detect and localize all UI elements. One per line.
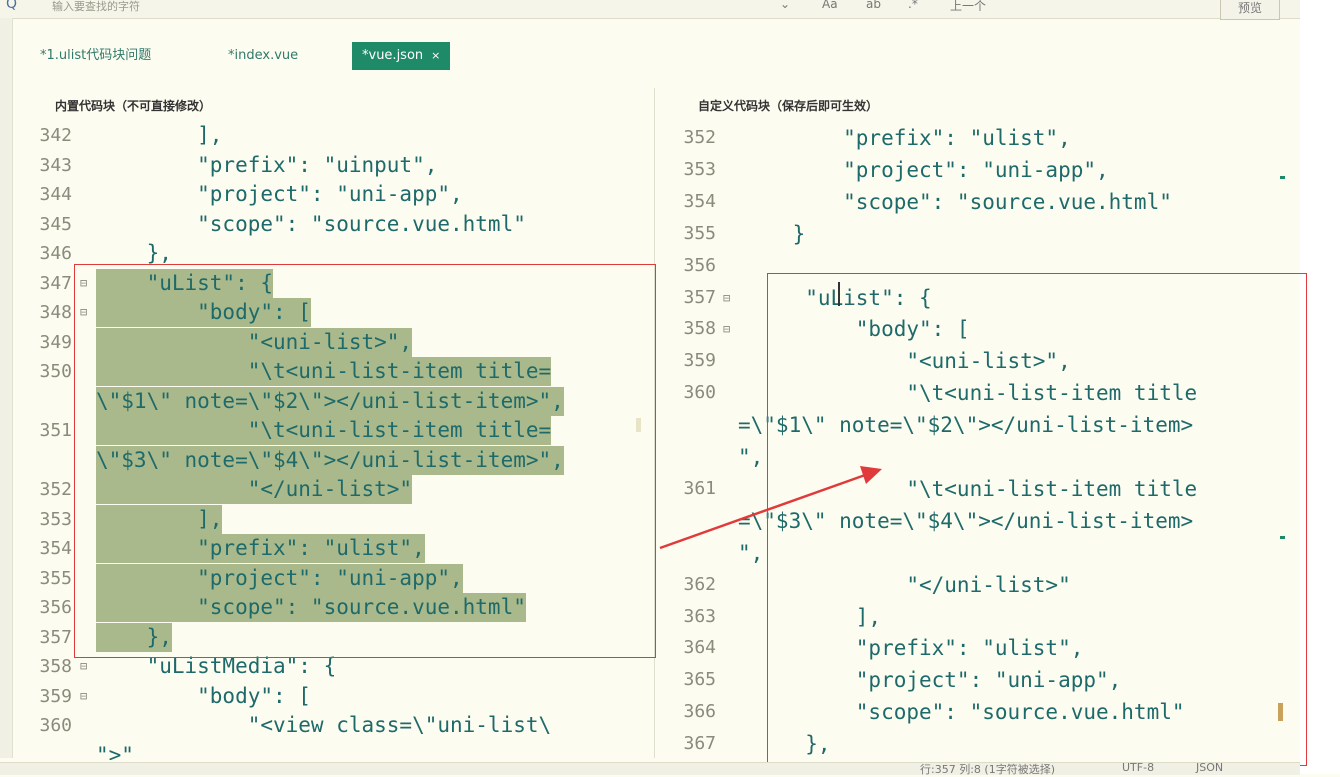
code-text: "prefix": "uinput",	[96, 152, 438, 177]
code-text: "scope": "source.vue.html"	[742, 189, 1172, 214]
line-number: 357	[39, 626, 72, 648]
line-number: 354	[39, 538, 72, 559]
text-cursor	[838, 282, 840, 306]
line-number: 353	[39, 508, 72, 530]
status-bar: 行:357 列:8 (1字符被选择) UTF-8 JSON	[0, 761, 1300, 777]
line-number: 356	[683, 254, 716, 276]
line-number: 351	[39, 420, 72, 441]
left-sidebar-strip	[0, 18, 13, 758]
code-text: "project": "uni-app",	[742, 157, 1109, 182]
fold-toggle-icon[interactable]: ⊟	[80, 682, 87, 711]
line-number: 360	[683, 382, 716, 404]
scrollbar-thumb[interactable]	[636, 418, 641, 432]
line-number: 350	[39, 361, 72, 382]
code-line[interactable]: 360 "<view class=\"uni-list\	[14, 711, 654, 741]
tab-index-vue[interactable]: *index.vue	[228, 42, 298, 70]
line-number: 355	[39, 567, 72, 589]
line-number: 343	[39, 154, 72, 176]
search-icon[interactable]: Q	[6, 0, 17, 12]
encoding-label[interactable]: UTF-8	[1122, 761, 1154, 774]
line-number: 355	[683, 222, 716, 244]
line-number: 358	[683, 318, 716, 340]
minimap-marker	[1280, 176, 1285, 179]
search-input[interactable]: 输入要查找的字符	[52, 0, 140, 14]
code-text: ],	[96, 123, 223, 147]
whole-word-icon[interactable]: ab	[866, 0, 881, 11]
line-number: 352	[683, 127, 716, 148]
code-text: "project": "uni-app",	[96, 182, 463, 206]
fold-toggle-icon[interactable]: ⊟	[723, 313, 730, 345]
code-line[interactable]: 345 "scope": "source.vue.html"	[14, 210, 654, 240]
annotation-box-left	[74, 264, 656, 658]
line-number: 345	[39, 213, 72, 235]
line-number: 352	[39, 479, 72, 500]
code-line[interactable]: 353 "project": "uni-app",	[656, 154, 1296, 186]
line-number: 348	[39, 302, 72, 323]
line-number: 365	[683, 669, 716, 691]
close-icon[interactable]: ×	[431, 49, 440, 62]
line-number: 366	[683, 701, 716, 723]
custom-snippets-title: 自定义代码块（保存后即可生效）	[698, 99, 879, 113]
line-number: 363	[683, 605, 716, 627]
line-number: 342	[39, 125, 72, 146]
line-number: 353	[683, 158, 716, 180]
code-text: "<view class=\"uni-list\	[96, 713, 552, 737]
code-text: ",	[738, 445, 764, 469]
code-line[interactable]: ">"	[14, 741, 654, 761]
line-number: 346	[39, 243, 72, 264]
code-text: "body": [	[96, 683, 311, 708]
code-line[interactable]: 359 ⊟ "body": [	[14, 682, 654, 712]
tab-label: *index.vue	[228, 48, 299, 63]
line-number: 367	[683, 733, 716, 755]
line-number: 344	[39, 184, 72, 205]
code-text: "scope": "source.vue.html"	[96, 211, 526, 236]
line-number: 364	[683, 637, 716, 659]
code-text: }	[742, 221, 806, 246]
code-line[interactable]: 352 "prefix": "ulist",	[656, 122, 1296, 154]
tab-label: *vue.json	[362, 48, 424, 63]
line-number: 354	[683, 190, 716, 212]
code-line[interactable]: 354 "scope": "source.vue.html"	[656, 186, 1296, 218]
tab-label: *1.ulist代码块问题	[40, 48, 152, 63]
match-case-icon[interactable]: Aa	[822, 0, 838, 11]
regex-icon[interactable]: .*	[908, 0, 918, 11]
preview-button[interactable]: 预览	[1220, 0, 1280, 20]
code-line[interactable]: 344 "project": "uni-app",	[14, 180, 654, 210]
builtin-snippets-title: 内置代码块（不可直接修改）	[55, 99, 212, 113]
line-number: 359	[39, 685, 72, 707]
tab-vue-json[interactable]: *vue.json ×	[352, 42, 451, 70]
chevron-down-icon[interactable]: ⌄	[780, 0, 790, 11]
code-line[interactable]: 355 }	[656, 218, 1296, 250]
scrollbar-thumb[interactable]	[1278, 703, 1283, 721]
code-text: ",	[738, 540, 764, 565]
line-number: 349	[39, 331, 72, 353]
code-text: "prefix": "ulist",	[742, 126, 1071, 150]
code-line[interactable]: 343 "prefix": "uinput",	[14, 151, 654, 181]
line-number: 347	[39, 272, 72, 294]
annotation-box-right	[767, 273, 1307, 766]
toolbar: Q 输入要查找的字符 ⌄ Aa ab .* 上一个	[0, 0, 1300, 19]
line-number: 361	[683, 477, 716, 499]
cursor-position[interactable]: 行:357 列:8 (1字符被选择)	[920, 761, 1055, 777]
line-number: 357	[683, 286, 716, 308]
code-text: ">"	[96, 742, 134, 761]
fold-toggle-icon[interactable]: ⊟	[723, 282, 730, 314]
line-number: 358	[39, 656, 72, 677]
line-number: 362	[683, 573, 716, 595]
find-prev-button[interactable]: 上一个	[950, 0, 986, 14]
line-number: 360	[39, 715, 72, 736]
code-line[interactable]: 342 ],	[14, 121, 654, 151]
line-number: 356	[39, 597, 72, 618]
tab-ulist-issue[interactable]: *1.ulist代码块问题	[40, 42, 151, 70]
line-number: 359	[683, 350, 716, 372]
minimap-marker	[1280, 536, 1285, 539]
language-label[interactable]: JSON	[1196, 761, 1223, 774]
